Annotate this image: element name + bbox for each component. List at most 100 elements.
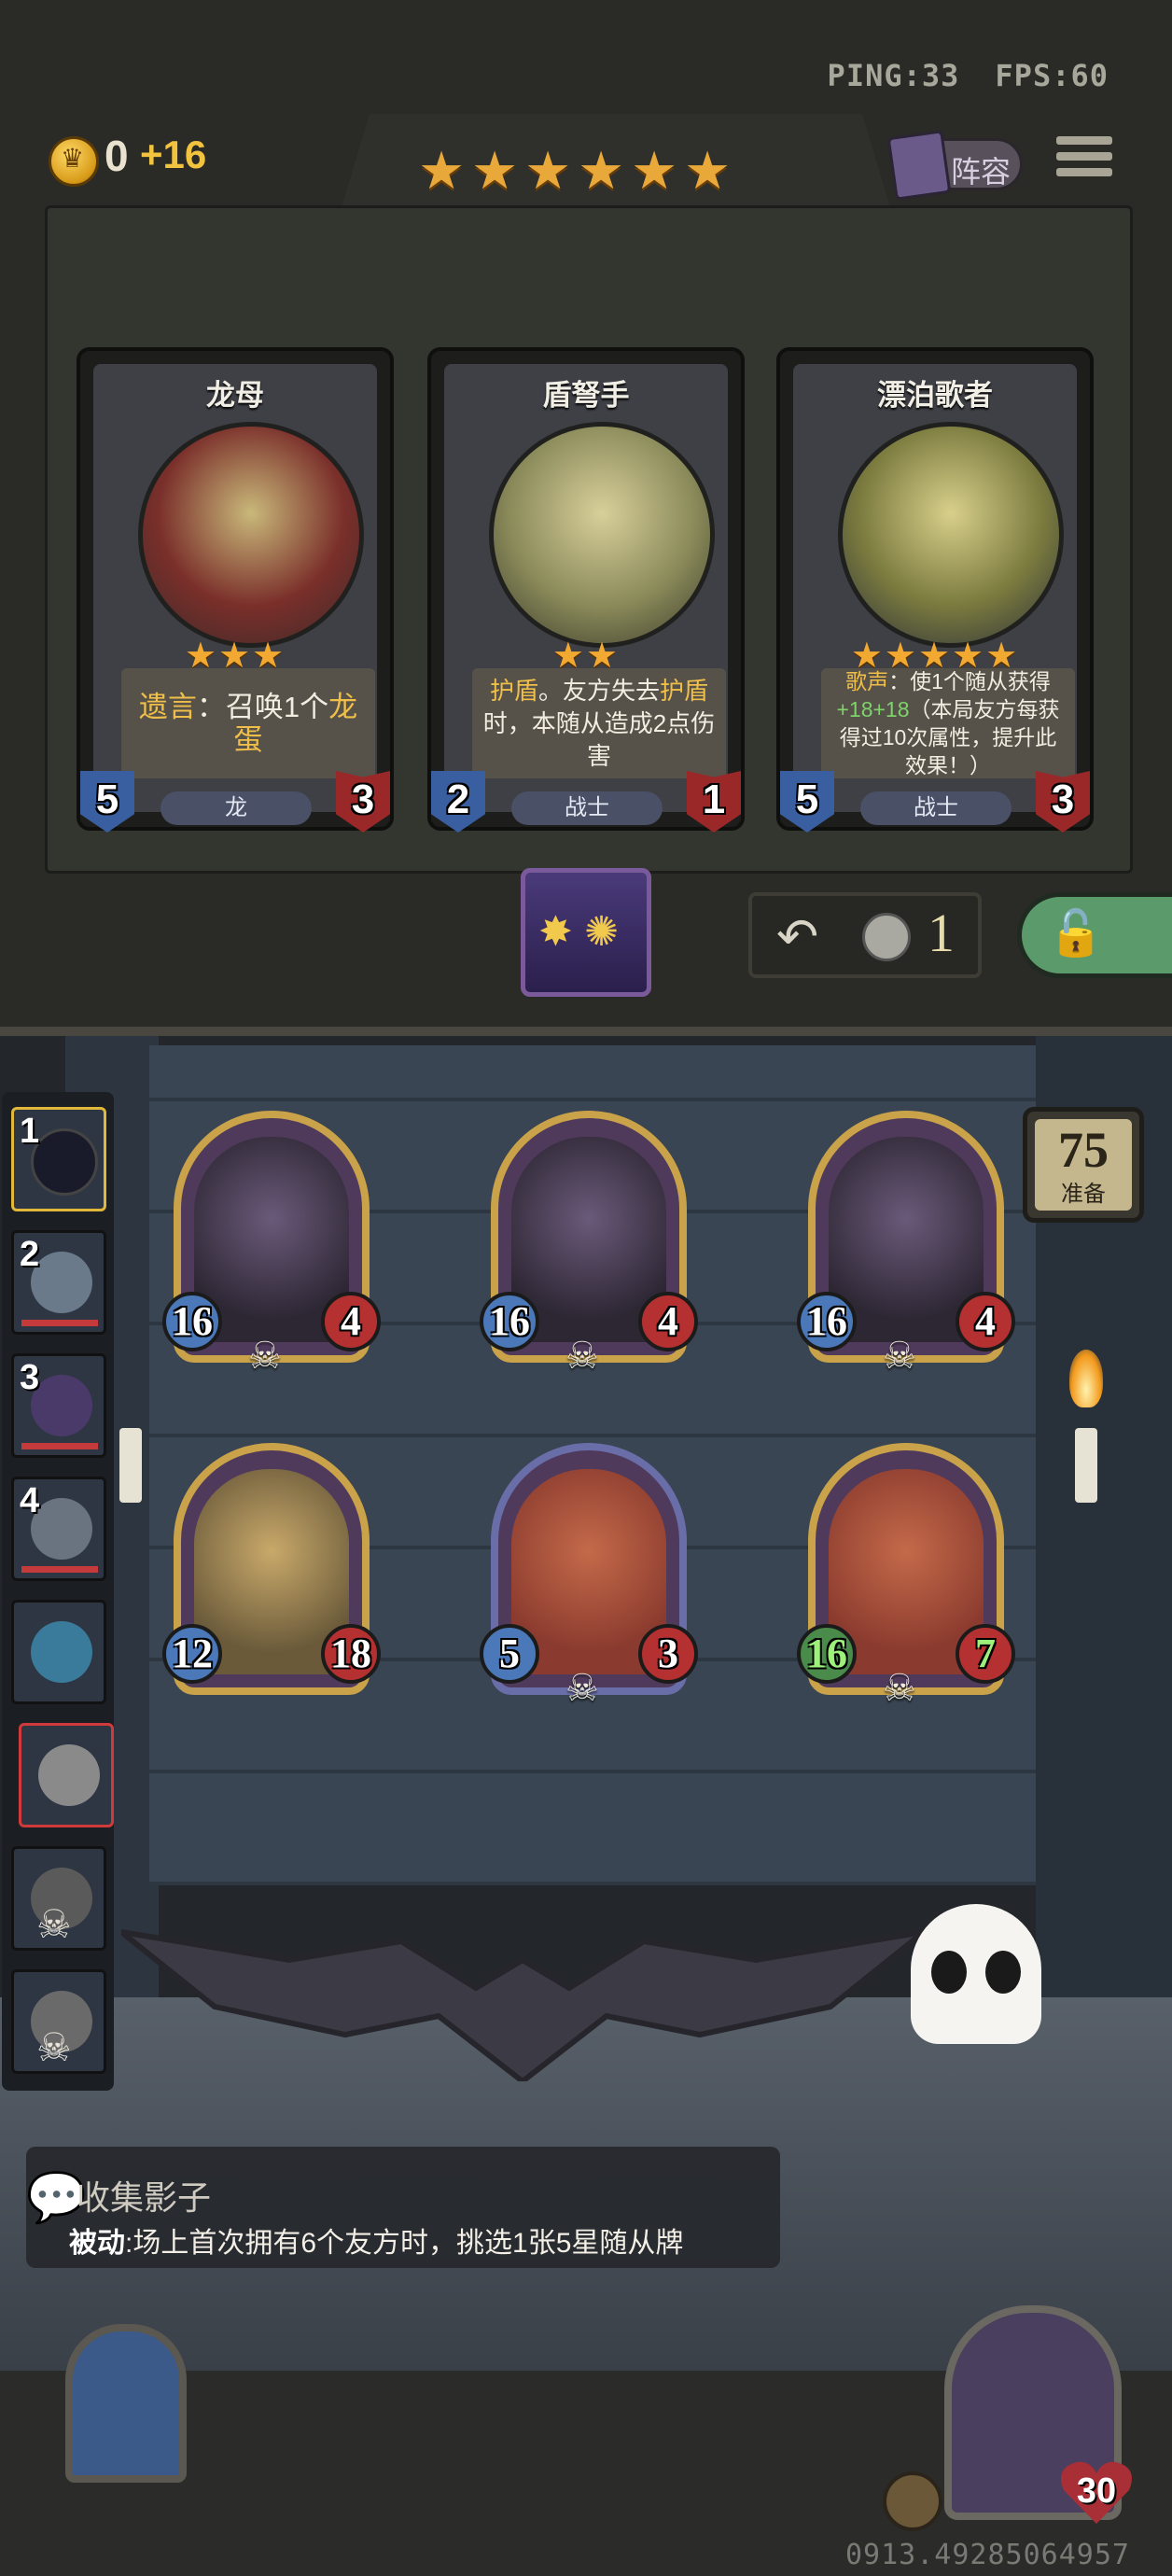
shop-card[interactable]: 龙母 ★★★ 遗言：召唤1个龙蛋 龙 5 3: [77, 347, 394, 833]
tooltip-text: :场上首次拥有6个友方时，挑选1张5星随从牌: [125, 2228, 684, 2259]
portrait-icon: [31, 1498, 92, 1560]
round-number: 1: [20, 1112, 40, 1151]
ping-label: PING:33: [827, 58, 960, 93]
star-icon: ★: [471, 141, 519, 200]
board-minion[interactable]: 16 4 ☠: [162, 1111, 381, 1377]
history-entry[interactable]: 3: [11, 1353, 106, 1458]
gold-income: +16: [140, 133, 207, 176]
history-entry[interactable]: ☠: [11, 1969, 106, 2074]
lineup-button[interactable]: 阵容: [886, 130, 1023, 201]
card-health: 1: [687, 771, 741, 833]
star-icon: ★: [418, 141, 466, 200]
damage-bar: [21, 1566, 98, 1573]
refresh-button[interactable]: ↶ 1: [748, 892, 982, 978]
watermark-text: 0913.49285064957: [845, 2539, 1130, 2571]
history-entry[interactable]: ☠: [11, 1846, 106, 1951]
card-text: 歌声：使1个随从获得+18+18（本局友方每获得过10次属性，提升此效果！）: [821, 668, 1075, 778]
minion-health: 3: [638, 1624, 698, 1684]
damage-bar: [21, 1320, 98, 1326]
card-frame: 龙母 ★★★ 遗言：召唤1个龙蛋: [93, 364, 377, 812]
card-name: 龙母: [206, 379, 264, 412]
card-health: 3: [336, 771, 390, 833]
shop-card[interactable]: 盾弩手 ★★ 护盾。友方失去护盾时，本随从造成2点伤害 战士 2 1: [427, 347, 745, 833]
lock-shop-button[interactable]: [1017, 892, 1172, 978]
minion-attack: 16: [797, 1624, 857, 1684]
book-icon: [886, 130, 952, 201]
minion-health: 18: [321, 1624, 381, 1684]
card-tribe: 龙: [160, 791, 312, 825]
minion-health: 7: [956, 1624, 1015, 1684]
round-number: 2: [20, 1235, 40, 1274]
board-minion[interactable]: 16 4 ☠: [797, 1111, 1015, 1377]
hero-power-tooltip: 💬 收集影子 被动:场上首次拥有6个友方时，挑选1张5星随从牌: [26, 2147, 780, 2268]
refresh-icon: ↶: [776, 909, 819, 965]
gold-coin-icon: [49, 136, 99, 187]
card-frame: 盾弩手 ★★ 护盾。友方失去护盾时，本随从造成2点伤害: [444, 364, 728, 812]
history-entry[interactable]: 2: [11, 1230, 106, 1335]
silver-coin-icon: [862, 913, 911, 961]
portrait-icon: [31, 1621, 92, 1683]
eye-icon: [931, 1951, 967, 1994]
card-art: [489, 422, 715, 648]
skull-icon: ☠: [36, 2025, 72, 2069]
ghost-pet[interactable]: [911, 1904, 1041, 2044]
history-entry[interactable]: [11, 1600, 106, 1704]
minion-attack: 5: [480, 1624, 539, 1684]
minion-attack: 16: [162, 1292, 222, 1351]
ready-counter: 75 准备: [1023, 1107, 1144, 1223]
star-icon: ★: [684, 141, 732, 200]
round-number: 4: [20, 1481, 40, 1520]
skull-icon: ☠: [883, 1668, 916, 1709]
minion-health: 4: [321, 1292, 381, 1351]
skull-icon: ☠: [248, 1336, 282, 1377]
skull-icon: ☠: [36, 1902, 72, 1946]
card-attack: 5: [780, 771, 834, 833]
skull-icon: ☠: [565, 1336, 599, 1377]
skull-icon: ☠: [565, 1668, 599, 1709]
history-entry[interactable]: [19, 1723, 114, 1827]
opponent-portrait[interactable]: [65, 2324, 187, 2483]
round-number: 3: [20, 1358, 40, 1397]
card-health: 3: [1036, 771, 1090, 833]
tooltip-description: 被动:场上首次拥有6个友方时，挑选1张5星随从牌: [69, 2219, 683, 2261]
minion-health: 4: [638, 1292, 698, 1351]
ready-count: 75: [1058, 1122, 1109, 1178]
refresh-cost: 1: [928, 903, 955, 963]
card-tribe: 战士: [511, 791, 663, 825]
history-entry[interactable]: 4: [11, 1477, 106, 1581]
tooltip-label: 被动: [69, 2228, 125, 2259]
board-minion[interactable]: 16 4 ☠: [480, 1111, 698, 1377]
card-text: 护盾。友方失去护盾时，本随从造成2点伤害: [472, 668, 726, 778]
gold-amount: 0: [105, 132, 129, 180]
card-attack: 2: [431, 771, 485, 833]
shop-panel: PING:33 FPS:60 0 +16 ★ ★ ★ ★ ★ ★ 阵容 龙母 ★★…: [0, 0, 1172, 1036]
eye-icon: [985, 1951, 1021, 1994]
damage-bar: [21, 1443, 98, 1449]
card-attack: 5: [80, 771, 134, 833]
minion-attack: 12: [162, 1624, 222, 1684]
card-tribe: 战士: [860, 791, 1012, 825]
candle-icon: [1075, 1428, 1097, 1503]
board-minion[interactable]: 16 7 ☠: [797, 1443, 1015, 1709]
star-icon: ★: [631, 141, 678, 200]
ready-label: 准备: [1061, 1182, 1106, 1207]
minion-attack: 16: [480, 1292, 539, 1351]
star-icon: ★: [524, 141, 572, 200]
lineup-label: 阵容: [951, 155, 1012, 189]
portrait-icon: [31, 1252, 92, 1313]
board-minion[interactable]: 12 18: [162, 1443, 381, 1704]
history-entry[interactable]: 1: [11, 1107, 106, 1211]
spell-card[interactable]: [521, 868, 651, 997]
menu-icon[interactable]: [1056, 136, 1112, 192]
shop-card[interactable]: 漂泊歌者 ★★★★★ 歌声：使1个随从获得+18+18（本局友方每获得过10次属…: [776, 347, 1094, 833]
card-art: [138, 422, 364, 648]
bat-decoration: [121, 1928, 924, 2081]
hero-power-icon[interactable]: [883, 2471, 942, 2531]
board-minion[interactable]: 5 3 ☠: [480, 1443, 698, 1709]
minion-attack: 16: [797, 1292, 857, 1351]
portrait-icon: [38, 1744, 100, 1806]
skull-icon: ☠: [883, 1336, 916, 1377]
candle-icon: [119, 1428, 142, 1503]
card-text: 遗言：召唤1个龙蛋: [121, 668, 375, 778]
flame-icon: [1069, 1350, 1103, 1407]
